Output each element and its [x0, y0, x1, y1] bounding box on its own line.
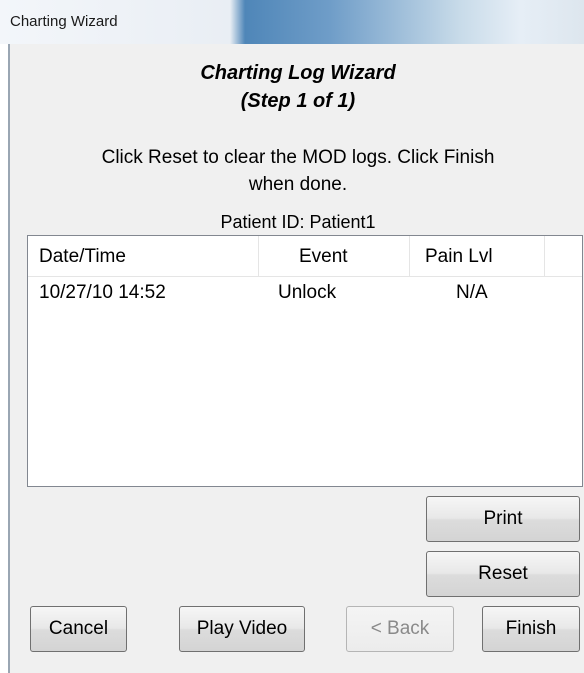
column-header-datetime[interactable]: Date/Time	[39, 246, 126, 268]
log-list[interactable]: Date/Time Event Pain Lvl 10/27/10 14:52 …	[27, 235, 583, 487]
patient-id-label: Patient ID: Patient1	[220, 212, 376, 232]
column-divider[interactable]	[544, 236, 545, 276]
window-title: Charting Wizard	[10, 13, 118, 30]
wizard-heading: Charting Log Wizard	[200, 62, 396, 84]
instruction-line-2: when done.	[248, 174, 348, 195]
title-bar: Charting Wizard	[0, 0, 584, 44]
cell-datetime: 10/27/10 14:52	[39, 282, 166, 303]
log-list-header: Date/Time Event Pain Lvl	[28, 236, 582, 277]
play-video-button[interactable]: Play Video	[179, 606, 305, 652]
instruction-line-1: Click Reset to clear the MOD logs. Click…	[101, 147, 495, 168]
finish-button[interactable]: Finish	[482, 606, 580, 652]
cell-event: Unlock	[278, 282, 337, 303]
column-divider[interactable]	[258, 236, 259, 276]
cell-pain-level: N/A	[456, 282, 488, 303]
column-header-event[interactable]: Event	[299, 246, 348, 268]
column-header-pain-level[interactable]: Pain Lvl	[425, 246, 493, 268]
reset-button[interactable]: Reset	[426, 551, 580, 597]
print-button[interactable]: Print	[426, 496, 580, 542]
column-divider[interactable]	[409, 236, 410, 276]
wizard-step: (Step 1 of 1)	[240, 90, 356, 112]
wizard-dialog: Charting Log Wizard (Step 1 of 1) Click …	[8, 44, 584, 673]
cancel-button[interactable]: Cancel	[30, 606, 127, 652]
back-button: < Back	[346, 606, 454, 652]
table-row[interactable]: 10/27/10 14:52 Unlock N/A	[28, 280, 582, 310]
